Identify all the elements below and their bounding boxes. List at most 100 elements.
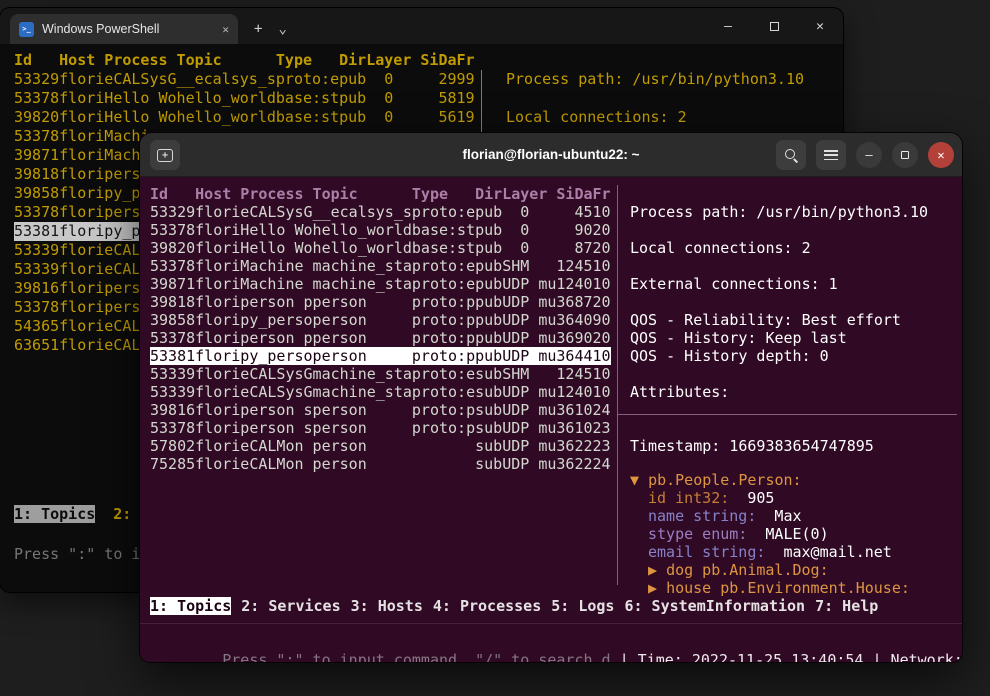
table-row[interactable]: 53378floriperson sperson proto:psubUDP m… <box>150 419 611 437</box>
maximize-icon <box>901 151 909 159</box>
powershell-icon: >_ <box>19 22 34 37</box>
tree-node[interactable]: ▶ dog pb.Animal.Dog: <box>630 561 910 579</box>
tree-node[interactable]: ▶ house pb.Environment.House: <box>630 579 910 597</box>
tab-systeminformation[interactable]: 6: SystemInformation <box>624 597 805 615</box>
tab-services[interactable]: 2: Services <box>241 597 340 615</box>
tab-dropdown-icon[interactable]: ⌄ <box>278 22 286 36</box>
tree-node-name: pb.People.Person: <box>648 471 802 489</box>
tab-help[interactable]: 7: Help <box>815 597 878 615</box>
new-tab-button[interactable]: + <box>254 22 262 36</box>
table-row[interactable]: 75285florieCALMon person subUDP mu362224 <box>150 455 611 473</box>
expand-arrow-icon[interactable]: ▶ <box>648 561 666 579</box>
detail-line <box>630 401 928 419</box>
tree-node: id int32: 905 <box>630 489 910 507</box>
field-value: max@mail.net <box>765 543 891 561</box>
field-label: name string: <box>648 507 756 525</box>
minimize-button[interactable]: – <box>856 142 882 168</box>
field-label: email string: <box>648 543 765 561</box>
maximize-button[interactable] <box>892 142 918 168</box>
status-hint: Press ":" to input command, "/" to searc… <box>222 651 619 662</box>
table-row[interactable]: 53378floriperson pperson proto:ppubUDP m… <box>150 329 611 347</box>
tab-topics[interactable]: 1: Topics <box>150 597 231 615</box>
table-row[interactable]: 53329florieCALSysG__ecalsys_sproto:epub … <box>150 203 611 221</box>
menu-button[interactable] <box>816 140 846 170</box>
table-row[interactable]: 53329florieCALSysG__ecalsys_sproto:epub … <box>14 70 475 89</box>
field-value: MALE(0) <box>747 525 828 543</box>
close-button[interactable]: ✕ <box>928 142 954 168</box>
terminal-content: Id Host Process Topic Type DirLayer SiDa… <box>140 177 962 662</box>
detail-line: Attributes: <box>630 383 928 401</box>
detail-line: Process path: /usr/bin/python3.10 <box>630 203 928 221</box>
powershell-tab-title: Windows PowerShell <box>42 22 214 36</box>
minimize-button[interactable]: – <box>705 8 751 44</box>
tab-topics[interactable]: 1: Topics <box>14 505 95 523</box>
status-bar: Press ":" to input command, "/" to searc… <box>150 633 962 662</box>
table-row[interactable]: 39818floriperson pperson proto:ppubUDP m… <box>150 293 611 311</box>
detail-line: QOS - History: Keep last <box>630 329 928 347</box>
table-row[interactable]: 39816floriperson sperson proto:psubUDP m… <box>150 401 611 419</box>
tui-tab-bar: 1: Topics 2: <box>14 505 131 523</box>
tab-logs[interactable]: 5: Logs <box>551 597 614 615</box>
powershell-tab[interactable]: >_ Windows PowerShell ✕ <box>10 14 238 44</box>
panel-separator <box>617 185 618 585</box>
tree-node: stype enum: MALE(0) <box>630 525 910 543</box>
detail-line <box>630 365 928 383</box>
detail-line: QOS - History depth: 0 <box>630 347 928 365</box>
detail-line: QOS - Reliability: Best effort <box>630 311 928 329</box>
detail-line: Local connections: 2 <box>630 239 928 257</box>
tab-hosts[interactable]: 3: Hosts <box>351 597 423 615</box>
powershell-window-controls: – ✕ <box>705 8 843 44</box>
message-tree: ▼ pb.People.Person:id int32: 905name str… <box>630 471 910 597</box>
detail-line <box>630 221 928 239</box>
hamburger-icon <box>824 150 838 160</box>
table-row[interactable]: 53339florieCALSysGmachine_staproto:esubS… <box>150 365 611 383</box>
tui-tab-bar: 1: Topics 2: Services 3: Hosts 4: Processes… <box>150 597 878 615</box>
table-row[interactable]: 53339florieCALSysGmachine_staproto:esubU… <box>150 383 611 401</box>
table-row[interactable]: 39871floriMachine machine_staproto:epubU… <box>150 275 611 293</box>
tab-processes[interactable]: 4: Processes <box>433 597 541 615</box>
detail-line <box>630 419 928 437</box>
details-panel: Process path: /usr/bin/python3.10 Local c… <box>630 203 928 473</box>
status-hint: Press ":" to i <box>14 545 140 563</box>
local-connections-text: Local connections: 2 <box>506 108 687 126</box>
search-icon <box>784 148 799 163</box>
tree-node: name string: Max <box>630 507 910 525</box>
detail-line <box>630 293 928 311</box>
table-row[interactable]: 53378floriMachine machine_staproto:epubS… <box>150 257 611 275</box>
table-row[interactable]: 53378floriHello Wohello_worldbase:stpub … <box>14 89 475 108</box>
detail-line: External connections: 1 <box>630 275 928 293</box>
headerbar-actions: – ✕ <box>776 140 954 170</box>
detail-line <box>630 257 928 275</box>
terminal-headerbar[interactable]: + florian@florian-ubuntu22: ~ – ✕ <box>140 133 962 177</box>
table-row[interactable]: 53378floriHello Wohello_worldbase:stpub … <box>150 221 611 239</box>
status-time-network: | Time: 2022-11-25 13:40:54 | Network: c… <box>620 651 962 662</box>
tree-node-name: house pb.Environment.House: <box>666 579 910 597</box>
field-label: stype enum: <box>648 525 747 543</box>
maximize-icon <box>770 22 779 31</box>
terminal-window: + florian@florian-ubuntu22: ~ – ✕ Id Hos… <box>140 133 962 662</box>
tab-close-icon[interactable]: ✕ <box>222 24 229 35</box>
expand-arrow-icon[interactable]: ▶ <box>648 579 666 597</box>
table-row[interactable]: 39820floriHello Wohello_worldbase:stpub … <box>14 108 475 127</box>
detail-line: Timestamp: 1669383654747895 <box>630 437 928 455</box>
field-value: Max <box>756 507 801 525</box>
field-label: id int32: <box>648 489 729 507</box>
collapse-arrow-icon[interactable]: ▼ <box>630 471 648 489</box>
table-row[interactable]: 39858floripy_persoperson proto:ppubUDP m… <box>150 311 611 329</box>
search-button[interactable] <box>776 140 806 170</box>
close-button[interactable]: ✕ <box>797 8 843 44</box>
topic-table: 53329florieCALSysG__ecalsys_sproto:epub … <box>150 203 611 473</box>
maximize-button[interactable] <box>751 8 797 44</box>
process-path-text: Process path: /usr/bin/python3.10 <box>506 70 804 88</box>
topic-table-header: Id Host Process Topic Type DirLayer SiDa… <box>150 185 611 203</box>
tab-services-partial[interactable]: 2: <box>113 505 131 523</box>
table-row[interactable]: 57802florieCALMon person subUDP mu362223 <box>150 437 611 455</box>
status-separator <box>140 623 962 624</box>
tree-node: email string: max@mail.net <box>630 543 910 561</box>
powershell-titlebar[interactable]: >_ Windows PowerShell ✕ + ⌄ – ✕ <box>0 8 843 44</box>
table-row[interactable]: 39820floriHello Wohello_worldbase:stpub … <box>150 239 611 257</box>
table-row[interactable]: 53381floripy_persoperson proto:ppubUDP m… <box>150 347 611 365</box>
field-value: 905 <box>729 489 774 507</box>
topic-table-header: Id Host Process Topic Type DirLayer SiDa… <box>14 51 475 69</box>
tree-node[interactable]: ▼ pb.People.Person: <box>630 471 910 489</box>
